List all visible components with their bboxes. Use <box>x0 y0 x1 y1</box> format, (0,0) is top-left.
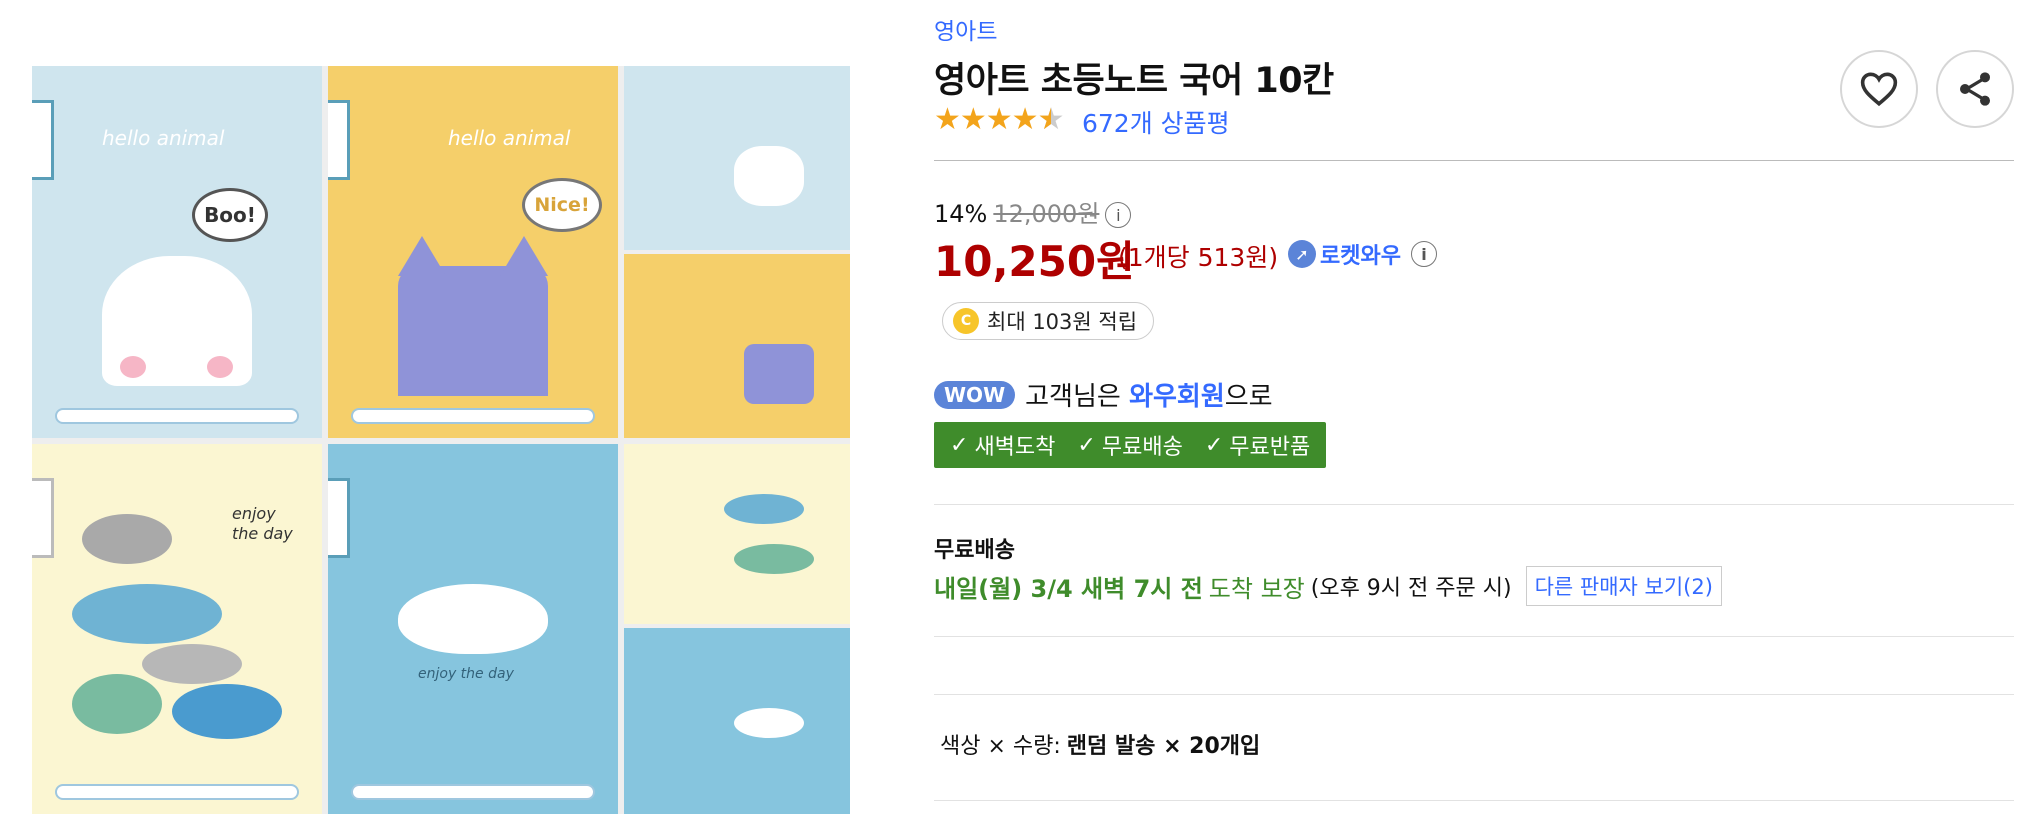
enjoy-the-day-text: enjoy the day <box>232 504 293 543</box>
notebook-collage-top <box>624 66 850 250</box>
rocket-wow-badge[interactable]: ➚ 로켓와우 i <box>1288 238 1437 270</box>
order-condition: (오후 9시 전 주문 시) <box>1310 576 1512 601</box>
discount-rate: 14% <box>934 200 988 228</box>
brand-link[interactable]: 영아트 <box>934 12 997 46</box>
delivery-eta-line: 내일(월) 3/4 새벽 7시 전 도착 보장 (오후 9시 전 주문 시) 다… <box>934 566 1722 606</box>
wow-badge: WOW <box>934 380 1016 409</box>
unit-price: (1개당 513원) <box>1118 243 1279 272</box>
shipping-label: 무료배송 <box>934 538 1015 563</box>
cash-reward-badge[interactable]: C 최대 103원 적립 <box>942 302 1155 340</box>
wishlist-button[interactable] <box>1840 50 1918 128</box>
notebook-cover-whales: enjoy the day <box>32 444 322 814</box>
notebook-cover-cat: hello animal Nice! <box>328 66 618 438</box>
wow-member-line: WOW 고객님은 와우회원으로 <box>934 376 1273 413</box>
speech-bubble: Boo! <box>192 188 268 242</box>
notebook-cover-whale: enjoy the day <box>328 444 618 814</box>
speech-bubble: Nice! <box>522 178 602 232</box>
notebook-cover-sheep: hello animal Boo! <box>32 66 322 438</box>
notebook-collage-bottom-1 <box>624 444 850 624</box>
benefit-item: ✓ 무료반품 <box>1204 432 1311 461</box>
divider <box>934 800 2014 801</box>
review-count-link[interactable]: 672개 상품평 <box>1082 104 1230 140</box>
original-price: 12,000원 <box>993 200 1100 228</box>
divider <box>934 504 2014 505</box>
share-button[interactable] <box>1936 50 2014 128</box>
check-icon: ✓ <box>950 432 969 458</box>
benefit-item: ✓ 무료배송 <box>1077 432 1183 461</box>
discount-row: 14% 12,000원 i <box>934 194 1132 229</box>
delivery-guarantee: 도착 보장 <box>1208 574 1305 603</box>
check-icon: ✓ <box>1077 432 1096 458</box>
cat-illustration <box>398 266 548 396</box>
wow-benefits-bar: ✓ 새벽도착 ✓ 무료배송 ✓ 무료반품 <box>934 422 1327 468</box>
divider <box>934 694 2014 695</box>
half-star-icon: ★★ <box>1037 102 1065 137</box>
wow-member-link[interactable]: 와우회원 <box>1129 382 1225 412</box>
option-line: 색상 × 수량: 랜덤 발송 × 20개입 <box>940 728 1260 760</box>
option-value: 랜덤 발송 × 20개입 <box>1066 734 1261 759</box>
rocket-icon: ➚ <box>1288 240 1316 268</box>
info-icon[interactable]: i <box>1410 241 1437 267</box>
other-sellers-button[interactable]: 다른 판매자 보기(2) <box>1525 566 1722 606</box>
hello-animal-text: hello animal <box>102 126 225 150</box>
divider <box>934 160 2014 161</box>
rating-stars[interactable]: ★★★★★★ <box>934 102 1065 137</box>
delivery-eta: 내일(월) 3/4 새벽 7시 전 <box>934 574 1203 603</box>
product-title: 영아트 초등노트 국어 10칸 <box>934 61 1334 101</box>
divider <box>934 636 2014 637</box>
star-icon: ★★★★ <box>934 102 1039 137</box>
option-label: 색상 × 수량: <box>940 734 1061 759</box>
sale-price: 10,250원 <box>934 237 1135 286</box>
notebook-collage-bottom-2 <box>624 628 850 814</box>
product-image[interactable]: hello animal Boo! hello animal Nice! enj… <box>32 66 850 814</box>
share-icon <box>1960 72 1990 106</box>
info-icon[interactable]: i <box>1105 202 1132 228</box>
coin-icon: C <box>953 308 979 334</box>
benefit-item: ✓ 새벽도착 <box>950 432 1056 461</box>
check-icon: ✓ <box>1204 432 1224 458</box>
heart-icon <box>1860 72 1898 107</box>
notebook-collage-mid <box>624 254 850 438</box>
